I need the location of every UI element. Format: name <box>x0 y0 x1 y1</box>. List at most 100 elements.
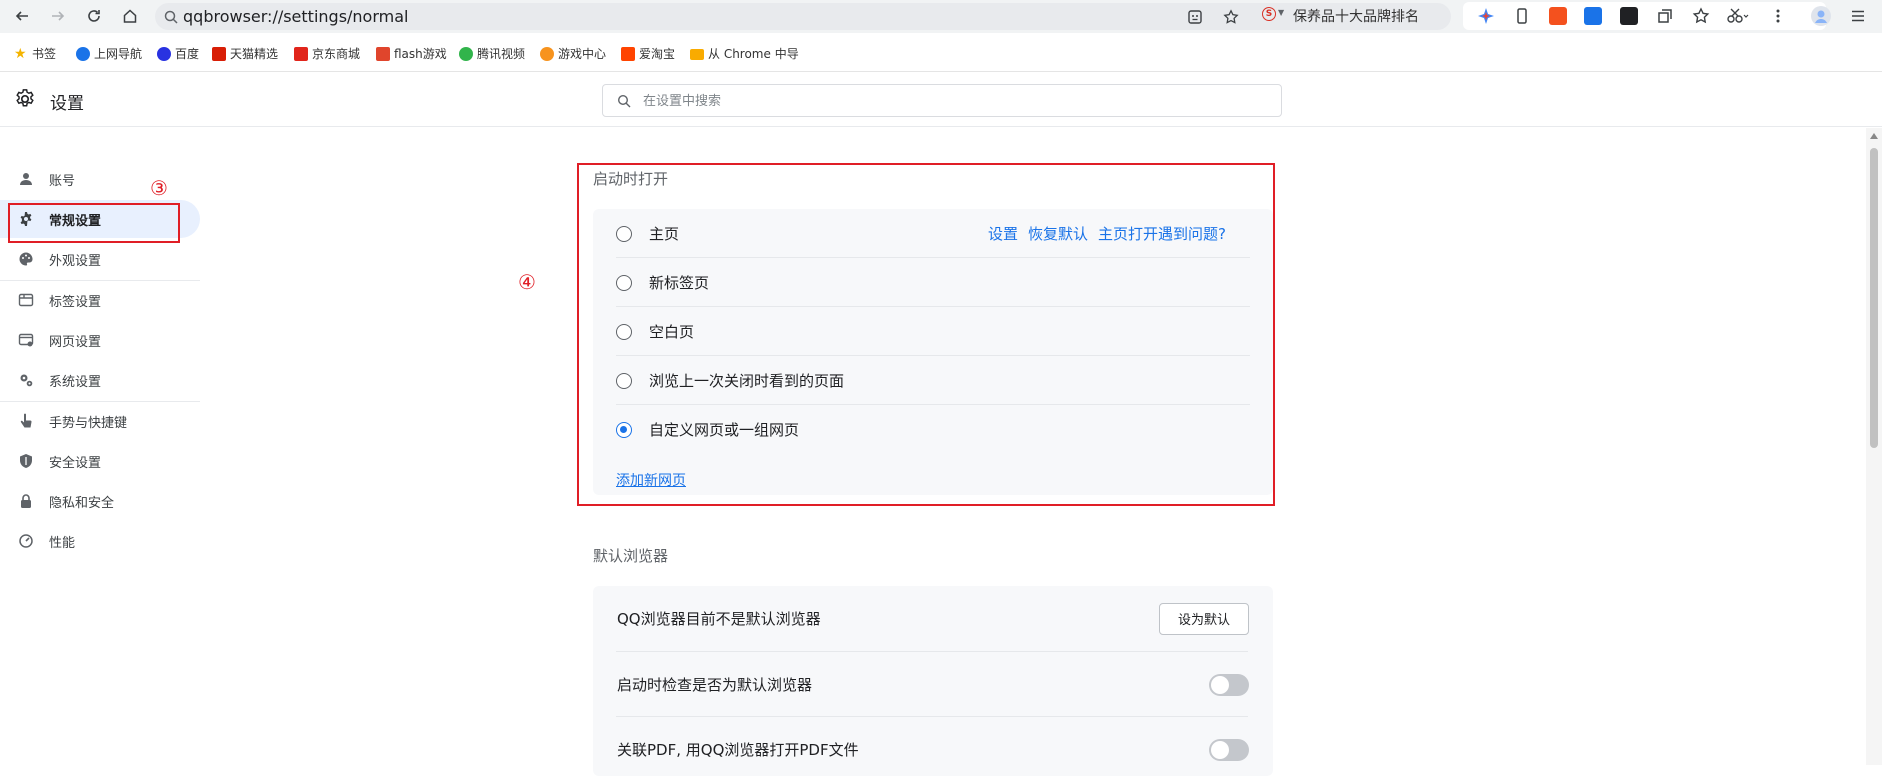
game-center-icon <box>540 46 554 61</box>
scroll-up-arrow-icon[interactable] <box>1870 133 1878 139</box>
phone-icon[interactable] <box>1513 7 1531 25</box>
pdf-association-row: 关联PDF, 用QQ浏览器打开PDF文件 <box>593 717 1273 782</box>
startup-option-new-tab[interactable]: 新标签页 <box>593 258 1250 307</box>
scissors-icon[interactable] <box>1726 7 1750 25</box>
hot-search-text[interactable]: 保养品十大品牌排名 <box>1293 6 1419 26</box>
check-default-toggle[interactable] <box>1209 673 1249 696</box>
system-gears-icon <box>20 374 33 387</box>
star-icon: ★ <box>14 45 27 62</box>
multi-window-icon[interactable] <box>1656 7 1674 25</box>
bookmark-item[interactable]: 百度 <box>157 45 199 62</box>
default-browser-status-row: QQ浏览器目前不是默认浏览器 设为默认 <box>593 586 1273 651</box>
set-default-button[interactable]: 设为默认 <box>1159 602 1249 635</box>
page-scrollbar[interactable] <box>1866 128 1882 765</box>
startup-section-title: 启动时打开 <box>593 170 669 188</box>
default-browser-section-title: 默认浏览器 <box>593 547 669 565</box>
more-vertical-icon[interactable] <box>1769 7 1787 25</box>
radio-button[interactable] <box>616 372 632 389</box>
sidebar-item-performance[interactable]: 性能 <box>0 522 200 560</box>
annotation-box-general <box>8 203 180 243</box>
reading-mode-icon[interactable] <box>1187 9 1203 25</box>
radio-button[interactable] <box>616 274 632 291</box>
sidebar-item-security[interactable]: 安全设置 <box>0 442 200 480</box>
screenshot-icon[interactable] <box>1620 7 1638 25</box>
settings-search-input[interactable] <box>643 91 1243 111</box>
speedometer-icon <box>19 534 33 548</box>
lock-icon <box>21 494 31 508</box>
pdf-association-toggle[interactable] <box>1209 738 1249 761</box>
startup-option-blank[interactable]: 空白页 <box>593 307 1250 356</box>
annotation-marker-4: ④ <box>518 270 536 294</box>
search-icon <box>617 94 631 108</box>
menu-icon[interactable] <box>1850 8 1866 24</box>
add-new-page-link[interactable]: 添加新网页 <box>616 470 686 490</box>
avatar-icon[interactable] <box>1811 6 1831 26</box>
sogou-search-icon[interactable]: S <box>1262 7 1276 21</box>
flash-game-icon <box>376 46 390 61</box>
home-problem-link[interactable]: 主页打开遇到问题? <box>1098 223 1226 244</box>
bookmark-item[interactable]: 京东商城 <box>294 45 360 62</box>
sidebar-item-gestures[interactable]: 手势与快捷键 <box>0 402 200 440</box>
forward-button[interactable] <box>44 2 72 30</box>
check-default-on-startup-row: 启动时检查是否为默认浏览器 <box>593 652 1273 717</box>
sidebar-item-account[interactable]: 账号 <box>0 160 200 198</box>
gesture-hand-icon <box>20 413 32 428</box>
reload-icon <box>88 10 100 22</box>
bookmark-item[interactable]: 天猫精选 <box>212 45 278 62</box>
palette-icon <box>19 252 33 266</box>
default-browser-card: QQ浏览器目前不是默认浏览器 设为默认 启动时检查是否为默认浏览器 关联PDF,… <box>593 586 1273 776</box>
sidebar-item-privacy[interactable]: 隐私和安全 <box>0 482 200 520</box>
page-title: 设置 <box>50 94 84 114</box>
url-text[interactable]: qqbrowser://settings/normal <box>183 7 408 26</box>
radio-button[interactable] <box>616 225 632 242</box>
radio-button-checked[interactable] <box>616 421 632 438</box>
startup-option-home[interactable]: 主页 设置 恢复默认 主页打开遇到问题? <box>593 209 1250 258</box>
sidebar-item-webpage[interactable]: 网页设置 <box>0 321 200 359</box>
ai-sparkle-icon[interactable] <box>1477 7 1495 25</box>
sidebar-item-system[interactable]: 系统设置 <box>0 361 200 399</box>
chevron-down-icon[interactable]: ▼ <box>1278 8 1284 17</box>
jd-icon <box>294 46 308 61</box>
browser-toolbar: qqbrowser://settings/normal S ▼ 保养品十大品牌排… <box>0 0 1882 33</box>
home-settings-link[interactable]: 设置 <box>988 223 1018 244</box>
sidebar-item-appearance[interactable]: 外观设置 <box>0 240 200 278</box>
qq-nav-icon <box>76 46 90 61</box>
favorites-star-icon[interactable] <box>1692 7 1710 25</box>
back-button[interactable] <box>8 2 36 30</box>
annotation-marker-3: ③ <box>150 176 168 200</box>
bookmark-star-icon[interactable] <box>1223 9 1239 25</box>
home-button[interactable] <box>116 2 144 30</box>
bookmark-item[interactable]: 游戏中心 <box>540 45 606 62</box>
settings-header: 设置 <box>0 72 1882 127</box>
settings-search[interactable] <box>602 84 1282 117</box>
bookmark-item[interactable]: ★ 书签 <box>14 45 56 62</box>
settings-gear-icon <box>16 89 34 107</box>
bookmark-item[interactable]: 腾讯视频 <box>459 45 525 62</box>
ai-taobao-icon <box>621 46 635 61</box>
scrollbar-thumb[interactable] <box>1870 148 1878 448</box>
radio-button[interactable] <box>616 323 632 340</box>
tencent-video-icon <box>459 46 473 61</box>
person-icon <box>20 173 32 185</box>
startup-card: 主页 设置 恢复默认 主页打开遇到问题? 新标签页 空白页 浏览上一次关闭时看到… <box>593 209 1273 495</box>
home-icon <box>123 9 137 23</box>
baidu-icon <box>157 46 171 61</box>
extensions-bar <box>1463 2 1826 30</box>
bookmark-item[interactable]: flash游戏 <box>376 45 447 62</box>
search-icon <box>164 10 178 24</box>
startup-option-custom[interactable]: 自定义网页或一组网页 <box>593 405 1250 454</box>
folder-icon <box>690 49 704 60</box>
bookmark-item[interactable]: 从 Chrome 中导 <box>690 45 799 62</box>
sidebar-item-tabs[interactable]: 标签设置 <box>0 281 200 319</box>
startup-option-last-session[interactable]: 浏览上一次关闭时看到的页面 <box>593 356 1250 405</box>
home-links: 设置 恢复默认 主页打开遇到问题? <box>988 223 1226 244</box>
pdf-tool-icon[interactable] <box>1549 7 1567 25</box>
restore-default-link[interactable]: 恢复默认 <box>1028 223 1088 244</box>
translate-icon[interactable] <box>1584 7 1602 25</box>
tab-icon <box>18 293 34 307</box>
bookmark-item[interactable]: 爱淘宝 <box>621 45 675 62</box>
reload-button[interactable] <box>80 2 108 30</box>
address-bar[interactable]: qqbrowser://settings/normal <box>155 3 1451 30</box>
bookmark-item[interactable]: 上网导航 <box>76 45 142 62</box>
tmall-icon <box>212 46 226 61</box>
